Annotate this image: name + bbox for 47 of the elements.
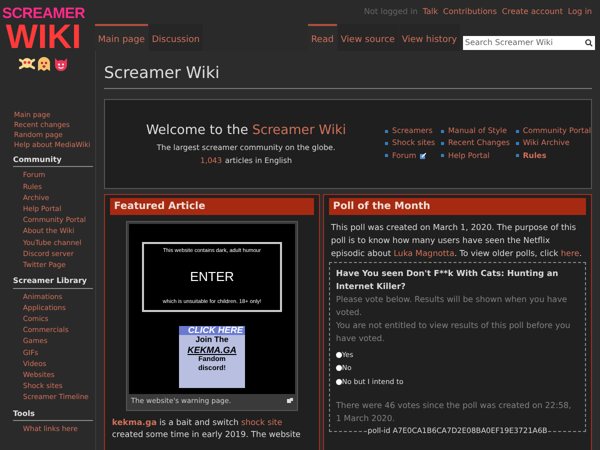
article-link[interactable]: kekma.ga [112,417,157,427]
bullet-icon [385,142,388,145]
banner-text: CLICK HERE [179,326,245,334]
article-summary: kekma.ga is a bait and switch shock site created some time in early 2019. The website [111,416,302,440]
poll-intro: This poll was created on March 1, 2020. The purpose of this poll is to know how many users have seen the Netflix episodic about Luka Magnotta. To view older polls, click here. [330,220,583,260]
devil-face-icon [52,56,68,72]
user-link[interactable]: Talk [422,6,438,18]
page-title: Screamer Wiki [104,60,592,88]
text-link[interactable]: here [560,248,580,258]
user-link[interactable]: Log in [568,6,592,18]
skull-icon [18,56,34,72]
ghost-icon [36,56,52,72]
enlarge-icon[interactable] [287,398,293,404]
bullet-icon [441,142,444,145]
bullet-icon [385,130,388,133]
login-status: Not logged in [364,6,418,18]
wiki-name-link[interactable]: Screamer Wiki [252,120,346,140]
banner-text: Join The [196,334,228,344]
external-link-icon [420,152,426,159]
bullet-icon [385,154,388,158]
bullet-icon [516,142,519,145]
poll-note: You are not entitled to view results of this poll before you have voted. [336,318,572,344]
radio-button[interactable] [336,378,342,385]
poll-footer: There were 46 votes since the poll was created on 22:58, 1 March 2020. [336,399,579,425]
bullet-icon [441,154,444,158]
search-icon[interactable] [585,38,593,46]
bullet-icon [516,130,519,133]
text-link[interactable]: shock site [241,417,282,427]
page-tab[interactable]: View history [398,24,460,50]
search-field[interactable]: Search Screamer Wiki [463,36,595,50]
bullet-icon [516,154,519,158]
user-link[interactable]: Create account [502,6,563,18]
banner-text: KEKMA.GA [188,344,236,354]
logo-wordmark[interactable]: SCREAMER WIKI [2,6,85,54]
radio-button[interactable] [336,352,342,358]
page-tab[interactable]: View source [338,24,398,50]
text-link[interactable]: Luka Magnotta [394,248,454,258]
section-heading: Featured Article [110,198,314,214]
enter-text[interactable]: ENTER [190,266,234,286]
poll-note: Please vote below. Results will be shown when you have voted. [336,292,568,318]
poll-question: Have You seen Don't F**k With Cats: Hunting an Internet Killer? [336,266,560,292]
welcome-title: Welcome to the [146,122,248,140]
user-link[interactable]: Contributions [443,6,497,18]
radio-button[interactable] [336,365,342,372]
bullet-icon [441,130,444,133]
page-tab[interactable]: Discussion [148,24,203,50]
section-heading: Poll of the Month [329,198,586,214]
